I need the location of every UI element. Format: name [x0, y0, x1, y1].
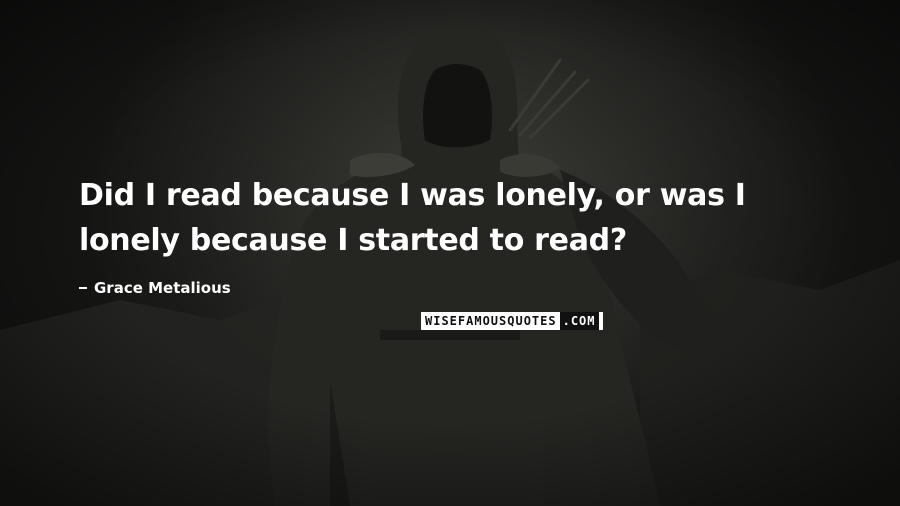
author-dash — [79, 287, 87, 289]
watermark-text: WISEFAMOUSQUOTES — [425, 314, 557, 328]
site-watermark: WISEFAMOUSQUOTES .COM — [421, 312, 603, 330]
watermark-suffix: .COM — [559, 312, 599, 330]
author-name: Grace Metalious — [94, 279, 231, 297]
quote-author[interactable]: Grace Metalious — [79, 279, 231, 297]
quote-text: Did I read because I was lonely, or was … — [79, 173, 879, 263]
quote-card: Did I read because I was lonely, or was … — [0, 0, 900, 506]
quote-line-1: Did I read because I was lonely, or was … — [79, 178, 746, 213]
quote-line-2: lonely because I started to read? — [79, 223, 627, 258]
